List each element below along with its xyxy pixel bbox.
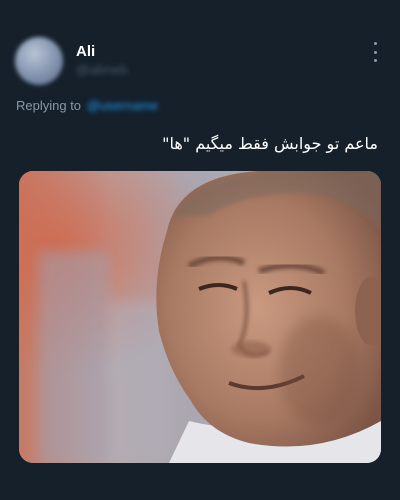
- media-photo: [19, 171, 381, 463]
- tweet-media-image[interactable]: [19, 171, 381, 463]
- tweet-card: Ali @alimeb Replying to @username ماعم ت…: [0, 0, 400, 500]
- tweet-text: ماعم تو جوابش فقط میگیم "ها": [162, 134, 378, 153]
- avatar[interactable]: [15, 37, 63, 85]
- author-handle[interactable]: @alimeb: [76, 62, 128, 77]
- replying-to-label: Replying to: [16, 98, 82, 113]
- more-options-icon[interactable]: [372, 42, 378, 62]
- author-display-name[interactable]: Ali: [76, 43, 95, 60]
- reply-target-link[interactable]: @username: [87, 98, 158, 113]
